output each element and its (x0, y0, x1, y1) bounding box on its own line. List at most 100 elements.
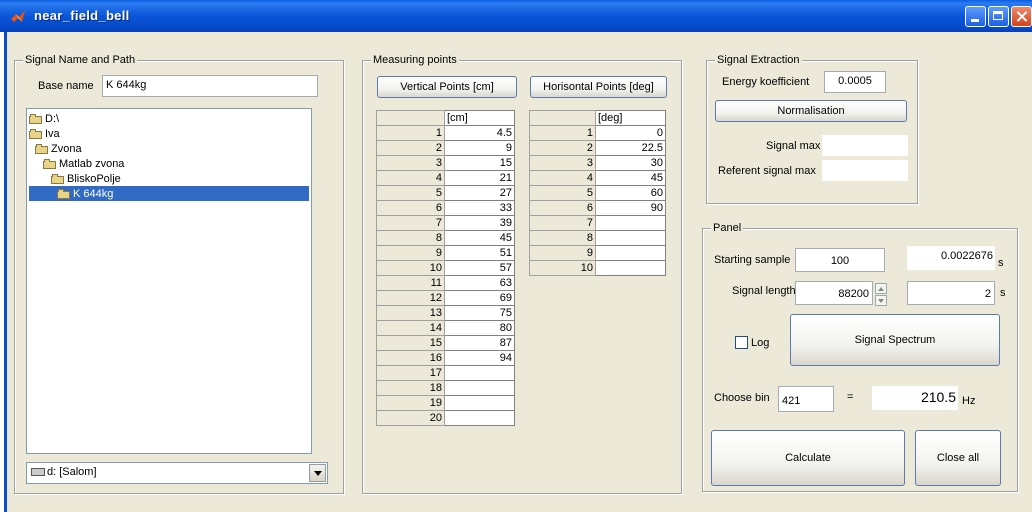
table-row: 18 (376, 380, 515, 396)
frequency-unit: Hz (962, 395, 976, 407)
starting-time-value: 0.0022676 (907, 246, 995, 270)
signal-length-time-input[interactable]: 2 (907, 281, 995, 305)
matlab-icon (11, 10, 25, 22)
row-index: 8 (529, 230, 596, 246)
table-cell[interactable]: 15 (444, 155, 515, 171)
horizontal-points-button[interactable]: Horisontal Points [deg] (530, 76, 667, 98)
minimize-button[interactable] (965, 6, 986, 27)
bin-input[interactable]: 421 (778, 386, 834, 412)
table-cell[interactable] (444, 395, 515, 411)
table-row: 17 (376, 365, 515, 381)
arrow-up-icon[interactable] (875, 283, 887, 294)
row-index: 19 (376, 395, 445, 411)
drive-select[interactable]: d: [Salom] (26, 462, 328, 484)
vertical-points-button[interactable]: Vertical Points [cm] (377, 76, 517, 98)
base-name-label: Base name (38, 80, 94, 92)
table-cell[interactable]: 33 (444, 200, 515, 216)
table-cell[interactable]: 69 (444, 290, 515, 306)
row-index: 17 (376, 365, 445, 381)
table-row: 10 (529, 260, 666, 276)
horizontal-points-table[interactable]: [deg] 1 0 2 22.5 3 30 4 45 5 60 6 90 7 8 9 10 (529, 110, 666, 276)
row-index: 4 (376, 170, 445, 186)
table-row: 5 60 (529, 185, 666, 201)
calculate-button[interactable]: Calculate (711, 430, 905, 486)
table-row: 14 80 (376, 320, 515, 336)
table-cell[interactable]: 63 (444, 275, 515, 291)
row-index: 7 (529, 215, 596, 231)
tree-item-bliskopolje[interactable]: BliskoPolje (51, 171, 125, 186)
table-cell[interactable]: 57 (444, 260, 515, 276)
tree-item-zvona[interactable]: Zvona (35, 141, 86, 156)
table-cell[interactable]: 60 (595, 185, 666, 201)
signal-length-input[interactable]: 88200 (795, 281, 873, 305)
table-row: 15 87 (376, 335, 515, 351)
table-cell[interactable]: 45 (444, 230, 515, 246)
table-cell[interactable]: 30 (595, 155, 666, 171)
log-checkbox[interactable] (735, 336, 748, 349)
row-index: 4 (529, 170, 596, 186)
row-index: 3 (376, 155, 445, 171)
table-cell[interactable]: 9 (444, 140, 515, 156)
table-cell[interactable] (444, 410, 515, 426)
table-cell[interactable]: 22.5 (595, 140, 666, 156)
table-cell[interactable] (595, 245, 666, 261)
signal-length-stepper[interactable] (875, 283, 887, 307)
base-name-input[interactable]: K 644kg (102, 75, 318, 97)
choose-bin-label: Choose bin (714, 392, 770, 404)
table-row: 4 21 (376, 170, 515, 186)
table-cell[interactable]: 45 (595, 170, 666, 186)
table-cell[interactable]: 27 (444, 185, 515, 201)
table-cell[interactable]: 94 (444, 350, 515, 366)
row-index: 20 (376, 410, 445, 426)
row-index: 13 (376, 305, 445, 321)
table-cell[interactable]: 90 (595, 200, 666, 216)
table-row: 7 39 (376, 215, 515, 231)
close-all-button[interactable]: Close all (915, 430, 1001, 486)
table-cell[interactable]: 4.5 (444, 125, 515, 141)
normalisation-button[interactable]: Normalisation (715, 100, 907, 122)
table-cell[interactable]: 80 (444, 320, 515, 336)
row-index: 5 (529, 185, 596, 201)
maximize-button[interactable] (988, 6, 1009, 27)
referent-signal-max-label: Referent signal max (718, 165, 816, 177)
table-row: 4 45 (529, 170, 666, 186)
close-window-button[interactable] (1011, 6, 1032, 27)
column-header-cm: [cm] (444, 110, 515, 126)
table-cell[interactable]: 51 (444, 245, 515, 261)
tree-item-drive[interactable]: D:\ (29, 111, 63, 126)
row-index: 11 (376, 275, 445, 291)
table-row: 6 33 (376, 200, 515, 216)
table-row: 9 51 (376, 245, 515, 261)
folder-icon (51, 173, 65, 184)
table-cell[interactable] (444, 380, 515, 396)
table-cell[interactable]: 21 (444, 170, 515, 186)
chevron-down-icon[interactable] (309, 464, 326, 482)
table-cell[interactable]: 39 (444, 215, 515, 231)
tree-item-iva[interactable]: Iva (29, 126, 64, 141)
log-label: Log (751, 337, 770, 349)
table-cell[interactable] (595, 215, 666, 231)
table-row: 3 30 (529, 155, 666, 171)
row-index: 10 (376, 260, 445, 276)
row-index: 3 (529, 155, 596, 171)
table-row: 10 57 (376, 260, 515, 276)
table-cell[interactable]: 87 (444, 335, 515, 351)
energy-coefficient-input[interactable]: 0.0005 (824, 71, 886, 93)
table-cell[interactable] (595, 230, 666, 246)
table-cell[interactable] (595, 260, 666, 276)
row-index: 16 (376, 350, 445, 366)
table-cell[interactable]: 75 (444, 305, 515, 321)
table-row: 10 (529, 125, 666, 141)
signal-spectrum-button[interactable]: Signal Spectrum (790, 314, 1000, 366)
vertical-points-table[interactable]: [cm] 1 4.5 2 9 3 15 4 21 5 27 6 33 7 39 8 45 9 51 10 57 11 63… (376, 110, 515, 426)
folder-tree[interactable]: D:\ Iva Zvona Matlab zvona BliskoPolje K… (26, 108, 312, 454)
table-row: 8 45 (376, 230, 515, 246)
tree-item-k-644kg[interactable]: K 644kg (29, 186, 309, 201)
table-cell[interactable]: 0 (595, 125, 666, 141)
starting-sample-input[interactable]: 100 (795, 248, 885, 272)
table-cell[interactable] (444, 365, 515, 381)
tree-item-matlab-zvona[interactable]: Matlab zvona (43, 156, 128, 171)
row-index: 14 (376, 320, 445, 336)
group-title: Signal Extraction (715, 53, 802, 67)
arrow-down-icon[interactable] (875, 295, 887, 306)
